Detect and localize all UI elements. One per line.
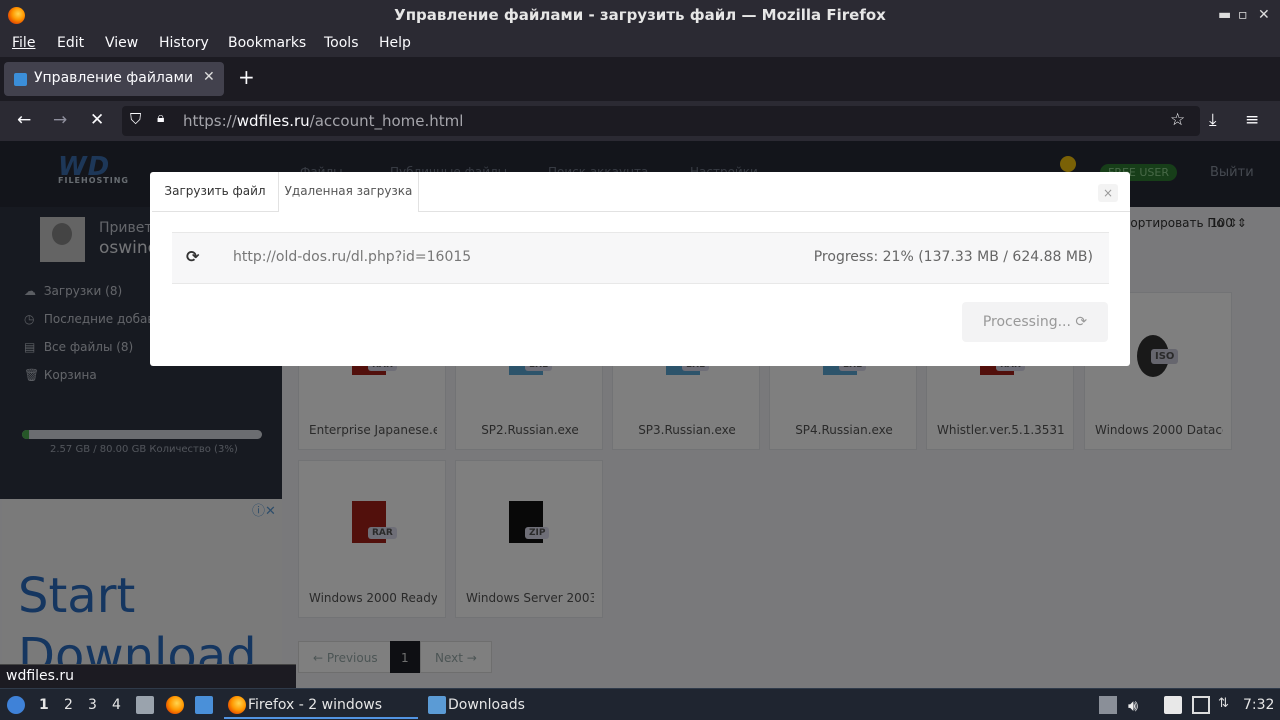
menu-tools[interactable]: Tools — [324, 35, 359, 51]
menu-bar: File Edit View History Bookmarks Tools H… — [0, 30, 1280, 57]
downloads-icon[interactable]: ⤓ — [1209, 110, 1217, 130]
firefox-launcher-icon[interactable] — [166, 696, 184, 714]
workspace-4[interactable]: 4 — [112, 697, 121, 713]
display-icon[interactable] — [1192, 696, 1210, 714]
refresh-icon: ⟳ — [186, 247, 200, 266]
tab-upload-file[interactable]: Загрузить файл — [152, 172, 278, 212]
menu-edit[interactable]: Edit — [57, 35, 84, 51]
modal-tab-divider — [419, 211, 1130, 212]
taskbar-app-downloads[interactable]: Downloads — [424, 692, 584, 719]
app-menu-icon[interactable]: ≡ — [1245, 110, 1259, 130]
close-window-button[interactable]: ✕ — [1258, 0, 1270, 30]
tab-remote-upload[interactable]: Удаленная загрузка — [278, 172, 419, 212]
workspace-1[interactable]: 1 — [39, 697, 49, 713]
upload-progress-text: Progress: 21% (137.33 MB / 624.88 MB) — [813, 249, 1093, 265]
clock: 7:32 — [1243, 697, 1275, 713]
firefox-logo-icon — [8, 7, 25, 24]
tray-up-icon[interactable] — [1099, 696, 1117, 714]
remote-url: http://old-dos.ru/dl.php?id=16015 — [233, 249, 472, 265]
shield-icon[interactable]: ⛉ — [130, 110, 141, 128]
network-icon[interactable]: ⇅ — [1218, 696, 1236, 714]
menu-history[interactable]: History — [159, 35, 209, 51]
firefox-app-icon — [228, 696, 246, 714]
url-text[interactable]: https://wdfiles.ru/account_home.html — [183, 112, 463, 130]
window-title: Управление файлами - загрузить файл — Mo… — [394, 6, 886, 24]
volume-icon[interactable]: 🔊︎ — [1128, 696, 1146, 715]
site-favicon-icon — [14, 73, 27, 86]
processing-button[interactable]: Processing... ⟳ — [962, 302, 1108, 342]
menu-view[interactable]: View — [105, 35, 138, 51]
start-menu-icon[interactable] — [7, 696, 25, 714]
bookmark-star-icon[interactable]: ☆ — [1170, 110, 1185, 130]
close-tab-icon[interactable]: ✕ — [203, 69, 215, 85]
menu-file[interactable]: File — [12, 35, 35, 51]
workspace-2[interactable]: 2 — [64, 697, 73, 713]
window-titlebar: Управление файлами - загрузить файл — Mo… — [0, 0, 1280, 30]
workspace-3[interactable]: 3 — [88, 697, 97, 713]
lock-icon[interactable]: 🔒︎ — [157, 110, 164, 126]
status-bar: wdfiles.ru — [0, 664, 296, 688]
clipboard-icon[interactable] — [1164, 696, 1182, 714]
taskbar: 1 2 3 4 Firefox - 2 windows Downloads 🔊︎… — [0, 688, 1280, 720]
taskbar-app-firefox[interactable]: Firefox - 2 windows — [224, 692, 418, 719]
menu-bookmarks[interactable]: Bookmarks — [228, 35, 306, 51]
back-icon[interactable]: ← — [17, 110, 31, 130]
folder-icon — [428, 696, 446, 714]
stop-loading-icon[interactable]: ✕ — [90, 110, 104, 130]
desktop-launcher-icon[interactable] — [195, 696, 213, 714]
new-tab-button[interactable]: + — [238, 65, 255, 89]
minimize-button[interactable]: ▬ — [1218, 0, 1231, 30]
browser-tab[interactable]: Управление файлами - ✕ — [4, 62, 224, 96]
file-manager-launcher-icon[interactable] — [136, 696, 154, 714]
maximize-button[interactable]: ▫ — [1238, 0, 1248, 30]
modal-close-button[interactable]: × — [1098, 184, 1118, 202]
tab-label: Управление файлами - — [34, 70, 194, 86]
forward-icon[interactable]: → — [53, 110, 67, 130]
menu-help[interactable]: Help — [379, 35, 411, 51]
